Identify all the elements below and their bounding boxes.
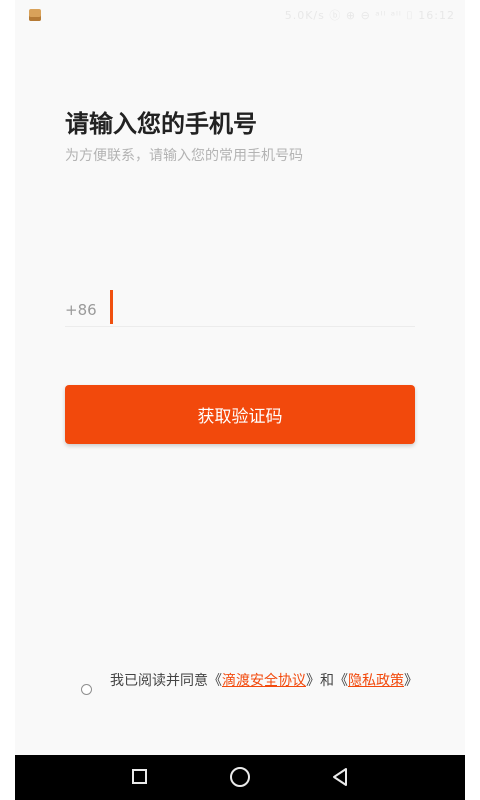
text-cursor — [110, 290, 113, 324]
navigation-bar — [15, 755, 465, 800]
get-verification-code-button[interactable]: 获取验证码 — [65, 385, 415, 444]
phone-number-input[interactable] — [109, 288, 409, 324]
country-code[interactable]: +86 — [65, 301, 97, 319]
page-title: 请输入您的手机号 — [65, 110, 257, 138]
app-screen: 5.0K/s ⓑ ⊕ ⊖ ᵃˡˡ ᵃˡˡ ⌷ 16:12 请输入您的手机号 为方… — [15, 0, 465, 800]
triangle-back-icon[interactable] — [329, 766, 351, 788]
agreement-suffix: 》 — [404, 673, 418, 689]
agreement-prefix: 我已阅读并同意《 — [110, 673, 222, 689]
page-subtitle: 为方便联系，请输入您的常用手机号码 — [65, 148, 303, 164]
agreement-checkbox[interactable] — [81, 684, 92, 695]
circle-icon[interactable] — [230, 767, 250, 787]
agreement-middle: 》和《 — [306, 673, 348, 689]
status-bar: 5.0K/s ⓑ ⊕ ⊖ ᵃˡˡ ᵃˡˡ ⌷ 16:12 — [15, 0, 465, 30]
privacy-policy-link[interactable]: 隐私政策 — [348, 673, 404, 689]
agreement-text: 我已阅读并同意《滴渡安全协议》和《隐私政策》 — [110, 671, 420, 692]
security-agreement-link[interactable]: 滴渡安全协议 — [222, 673, 306, 689]
app-notification-icon — [29, 9, 41, 21]
status-indicators: 5.0K/s ⓑ ⊕ ⊖ ᵃˡˡ ᵃˡˡ ⌷ 16:12 — [284, 9, 455, 22]
phone-number-field[interactable]: +86 — [65, 288, 415, 327]
square-icon[interactable] — [132, 769, 147, 784]
